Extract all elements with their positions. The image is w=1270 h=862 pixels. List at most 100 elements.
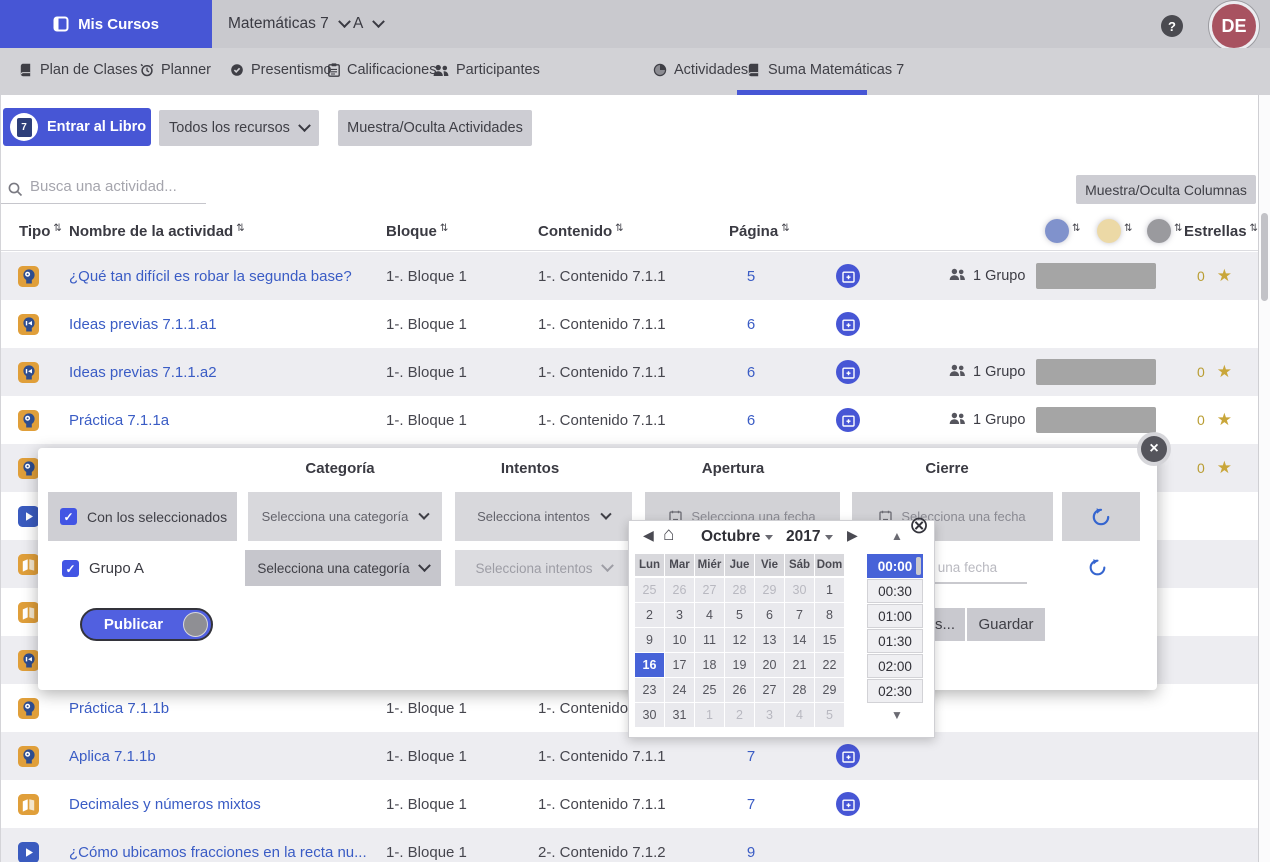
intents-select-all[interactable]: Selecciona intentos	[455, 492, 632, 541]
day-cell[interactable]: 3	[665, 603, 694, 627]
category-select-all[interactable]: Selecciona una categoría	[248, 492, 442, 541]
page-link[interactable]: 7	[721, 780, 781, 828]
day-cell[interactable]: 30	[635, 703, 664, 727]
tab-calificaciones[interactable]: Calificaciones	[328, 48, 436, 92]
page-link[interactable]: 7	[721, 732, 781, 780]
day-cell[interactable]: 9	[635, 628, 664, 652]
time-option[interactable]: 01:00	[867, 604, 923, 628]
day-cell[interactable]: 28	[785, 678, 814, 702]
time-option[interactable]: 00:00	[867, 554, 923, 578]
schedule-calendar-button[interactable]	[836, 408, 860, 432]
day-cell[interactable]: 24	[665, 678, 694, 702]
schedule-calendar-button[interactable]	[836, 312, 860, 336]
page-link[interactable]: 9	[721, 828, 781, 862]
day-cell[interactable]: 13	[755, 628, 784, 652]
intents-select-group-a[interactable]: Selecciona intentos	[455, 550, 632, 586]
day-cell[interactable]: 23	[635, 678, 664, 702]
month-dropdown[interactable]: Octubre	[701, 528, 773, 546]
col-circle-gray[interactable]: ⇅	[1147, 212, 1182, 250]
activity-link[interactable]: Ideas previas 7.1.1.a1	[69, 300, 217, 348]
reset-row-button[interactable]	[1062, 492, 1140, 541]
activity-link[interactable]: Práctica 7.1.1b	[69, 684, 169, 732]
day-cell[interactable]: 31	[665, 703, 694, 727]
page-link[interactable]: 5	[721, 252, 781, 300]
col-bloque[interactable]: Bloque⇅	[386, 212, 448, 250]
activity-link[interactable]: ¿Qué tan difícil es robar la segunda bas…	[69, 252, 352, 300]
activity-link[interactable]: ¿Cómo ubicamos fracciones en la recta nu…	[69, 828, 367, 862]
checkbox-group-a[interactable]: ✓	[62, 560, 79, 577]
day-cell[interactable]: 28	[725, 578, 754, 602]
time-option[interactable]: 02:00	[867, 654, 923, 678]
enter-book-button[interactable]: 7 Entrar al Libro	[3, 108, 151, 146]
close-icon[interactable]: ×	[1141, 436, 1167, 462]
col-circle-tan[interactable]: ⇅	[1097, 212, 1132, 250]
day-cell[interactable]: 29	[755, 578, 784, 602]
time-scroll-up-icon[interactable]: ▲	[885, 529, 909, 543]
col-pagina[interactable]: Página⇅	[729, 212, 790, 250]
time-option[interactable]: 01:30	[867, 629, 923, 653]
my-courses-button[interactable]: Mis Cursos	[0, 0, 212, 48]
col-nombre[interactable]: Nombre de la actividad⇅	[69, 212, 245, 250]
day-cell[interactable]: 7	[785, 603, 814, 627]
activity-link[interactable]: Aplica 7.1.1b	[69, 732, 156, 780]
day-cell[interactable]: 15	[815, 628, 844, 652]
page-link[interactable]: 6	[721, 300, 781, 348]
category-select-group-a[interactable]: Selecciona una categoría	[245, 550, 441, 586]
activity-link[interactable]: Decimales y números mixtos	[69, 780, 261, 828]
schedule-calendar-button[interactable]	[836, 264, 860, 288]
checkbox-selected[interactable]: ✓	[60, 508, 77, 525]
tab-presentismo[interactable]: Presentismo	[230, 48, 332, 92]
tab-suma-matematicas-7[interactable]: Suma Matemáticas 7	[748, 48, 904, 92]
day-cell[interactable]: 8	[815, 603, 844, 627]
day-cell[interactable]: 1	[695, 703, 724, 727]
col-tipo[interactable]: Tipo⇅	[19, 212, 62, 250]
day-cell[interactable]: 14	[785, 628, 814, 652]
stars-cell[interactable]: 0★	[1197, 396, 1232, 444]
day-cell[interactable]: 6	[755, 603, 784, 627]
tab-participantes[interactable]: Participantes	[433, 48, 540, 92]
stars-cell[interactable]: 0★	[1197, 252, 1232, 300]
time-scroll-down-icon[interactable]: ▼	[885, 708, 909, 722]
day-cell[interactable]: 26	[725, 678, 754, 702]
day-cell[interactable]: 20	[755, 653, 784, 677]
col-circle-blue[interactable]: ⇅	[1045, 212, 1080, 250]
stars-cell[interactable]: 0★	[1197, 348, 1232, 396]
day-cell[interactable]: 12	[725, 628, 754, 652]
day-cell[interactable]: 1	[815, 578, 844, 602]
col-estrellas[interactable]: Estrellas⇅	[1184, 212, 1258, 250]
save-button[interactable]: Guardar	[967, 608, 1045, 641]
day-cell[interactable]: 4	[695, 603, 724, 627]
clear-date-icon[interactable]: ⊗	[909, 514, 929, 538]
time-option[interactable]: 00:30	[867, 579, 923, 603]
year-dropdown[interactable]: 2017	[786, 528, 833, 546]
group-dropdown[interactable]: A	[353, 0, 383, 48]
activity-link[interactable]: Práctica 7.1.1a	[69, 396, 169, 444]
vertical-scrollbar[interactable]	[1258, 95, 1270, 862]
group-count[interactable]: 1 Grupo	[949, 348, 1025, 396]
search-input[interactable]	[28, 177, 204, 196]
resources-dropdown[interactable]: Todos los recursos	[159, 110, 319, 146]
day-cell[interactable]: 26	[665, 578, 694, 602]
toggle-activities-button[interactable]: Muestra/Oculta Actividades	[338, 110, 532, 146]
day-cell[interactable]: 3	[755, 703, 784, 727]
help-button[interactable]: ?	[1161, 15, 1183, 37]
day-cell[interactable]: 25	[695, 678, 724, 702]
stars-cell[interactable]: 0★	[1197, 444, 1232, 492]
schedule-calendar-button[interactable]	[836, 360, 860, 384]
day-cell[interactable]: 2	[635, 603, 664, 627]
day-cell[interactable]: 29	[815, 678, 844, 702]
day-cell[interactable]: 27	[695, 578, 724, 602]
tab-plan-de-clases[interactable]: Plan de Clases	[20, 48, 138, 92]
day-cell[interactable]: 27	[755, 678, 784, 702]
day-cell[interactable]: 11	[695, 628, 724, 652]
day-cell[interactable]: 16	[635, 653, 664, 677]
day-cell[interactable]: 21	[785, 653, 814, 677]
day-cell[interactable]: 22	[815, 653, 844, 677]
col-contenido[interactable]: Contenido⇅	[538, 212, 624, 250]
group-count[interactable]: 1 Grupo	[949, 396, 1025, 444]
page-link[interactable]: 6	[721, 348, 781, 396]
activity-link[interactable]: Ideas previas 7.1.1.a2	[69, 348, 217, 396]
home-icon[interactable]: ⌂	[663, 524, 674, 546]
time-scrollbar-thumb[interactable]	[916, 557, 921, 575]
tab-actividades[interactable]: Actividades	[653, 48, 748, 92]
